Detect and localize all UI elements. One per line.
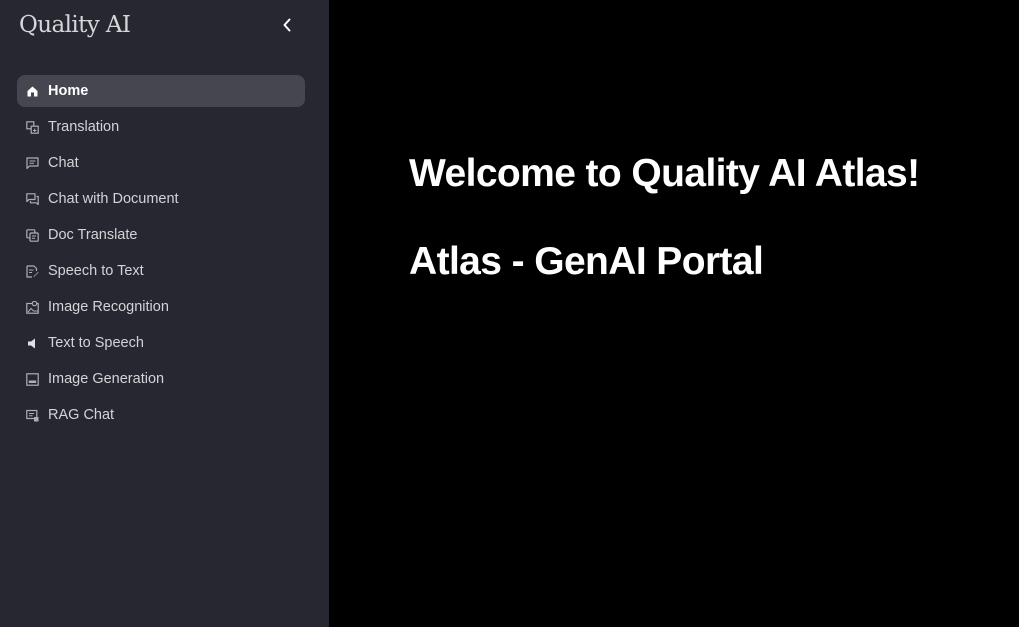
logo: Quality AI — [19, 12, 131, 38]
sidebar-item-speech-to-text[interactable]: Speech to Text — [17, 255, 305, 287]
doc-translate-icon — [26, 228, 39, 242]
sidebar-item-text-to-speech[interactable]: Text to Speech — [17, 327, 305, 359]
sidebar-item-home[interactable]: Home — [17, 75, 305, 107]
welcome-heading: Welcome to Quality AI Atlas! — [409, 152, 920, 195]
sidebar-item-label: Image Recognition — [48, 299, 169, 315]
speaker-icon — [26, 337, 39, 350]
speech-to-text-icon — [26, 264, 39, 278]
sidebar-item-image-recognition[interactable]: Image Recognition — [17, 291, 305, 323]
sidebar-item-chat-with-document[interactable]: Chat with Document — [17, 183, 305, 215]
sidebar: Quality AI Home Translation Chat Chat wi… — [0, 0, 329, 627]
chevron-left-icon — [283, 18, 291, 32]
sidebar-item-label: Text to Speech — [48, 335, 144, 351]
app-window: Quality AI Home Translation Chat Chat wi… — [0, 0, 1019, 627]
sidebar-item-label: RAG Chat — [48, 407, 115, 423]
collapse-sidebar-button[interactable] — [276, 13, 298, 37]
sidebar-item-label: Chat with Document — [48, 191, 179, 207]
chat-document-icon — [26, 192, 39, 206]
image-icon — [26, 372, 39, 386]
home-icon — [26, 85, 39, 98]
sidebar-item-translation[interactable]: Translation — [17, 111, 305, 143]
chat-icon — [26, 156, 39, 170]
sidebar-item-label: Speech to Text — [48, 263, 144, 279]
image-recognition-icon — [26, 300, 39, 314]
sidebar-item-doc-translate[interactable]: Doc Translate — [17, 219, 305, 251]
sidebar-item-rag-chat[interactable]: RAG Chat — [17, 399, 305, 431]
sidebar-item-image-generation[interactable]: Image Generation — [17, 363, 305, 395]
sidebar-item-chat[interactable]: Chat — [17, 147, 305, 179]
sidebar-nav: Home Translation Chat Chat with Document… — [17, 75, 305, 435]
rag-chat-icon — [26, 409, 39, 422]
translate-icon — [26, 120, 39, 134]
sidebar-item-label: Translation — [48, 119, 120, 135]
main-content: Welcome to Quality AI Atlas! Atlas - Gen… — [329, 0, 1019, 627]
sidebar-item-label: Home — [48, 83, 89, 99]
sidebar-item-label: Chat — [48, 155, 79, 171]
sidebar-item-label: Image Generation — [48, 371, 165, 387]
portal-title: Atlas - GenAI Portal — [409, 240, 764, 283]
sidebar-item-label: Doc Translate — [48, 227, 138, 243]
